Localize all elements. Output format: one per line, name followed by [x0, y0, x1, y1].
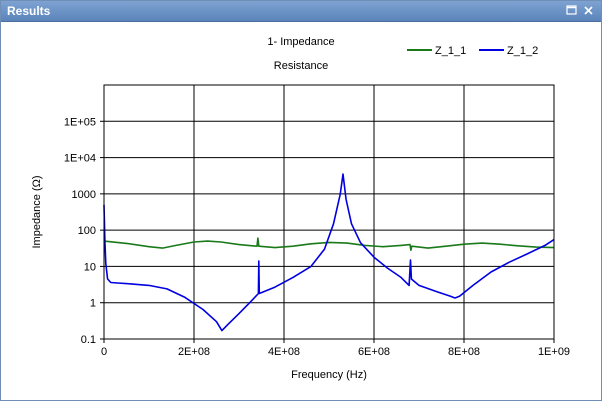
y-tick-label: 1 [90, 298, 96, 310]
chart-area: 1- Impedance Resistance Z_1_1 Z_1_2 0 2E+… [5, 25, 597, 397]
y-tick-label: 1000 [72, 189, 96, 201]
x-axis-label: Frequency (Hz) [291, 369, 367, 381]
restore-icon[interactable] [565, 4, 578, 17]
grid [103, 85, 555, 340]
x-tick-label: 8E+08 [448, 346, 480, 358]
y-axis-label: Impedance (Ω) [31, 175, 43, 248]
x-tick-label: 2E+08 [178, 346, 210, 358]
legend: Z_1_1 Z_1_2 [407, 45, 538, 57]
x-tick-label: 4E+08 [268, 346, 300, 358]
y-tick-label: 100 [78, 225, 96, 237]
series-lines [103, 173, 555, 332]
chart-subtitle: Resistance [274, 60, 328, 72]
y-tick-label: 1E+05 [64, 116, 96, 128]
tick-labels: 0 2E+08 4E+08 6E+08 8E+08 1E+09 0.1 1 10 100 1000 1… [64, 116, 570, 358]
window-title: Results [7, 4, 51, 18]
x-tick-label: 6E+08 [358, 346, 390, 358]
series-line-z-1-2 [103, 173, 555, 332]
x-tick-label: 1E+09 [538, 346, 570, 358]
y-tick-label: 0.1 [81, 334, 96, 346]
legend-label-z-1-1: Z_1_1 [435, 45, 466, 57]
x-tick-label: 0 [101, 346, 107, 358]
close-icon[interactable] [582, 4, 595, 17]
results-window: Results 1- Impedance Resistance Z_1_1 Z_… [0, 0, 602, 401]
window-titlebar[interactable]: Results [1, 1, 601, 22]
legend-label-z-1-2: Z_1_2 [507, 45, 538, 57]
y-tick-label: 10 [84, 261, 96, 273]
y-tick-label: 1E+04 [64, 153, 96, 165]
chart-title: 1- Impedance [267, 36, 334, 48]
plot-border [103, 84, 555, 340]
impedance-chart: 1- Impedance Resistance Z_1_1 Z_1_2 0 2E+… [31, 36, 570, 381]
series-line-z-1-1 [103, 237, 555, 251]
